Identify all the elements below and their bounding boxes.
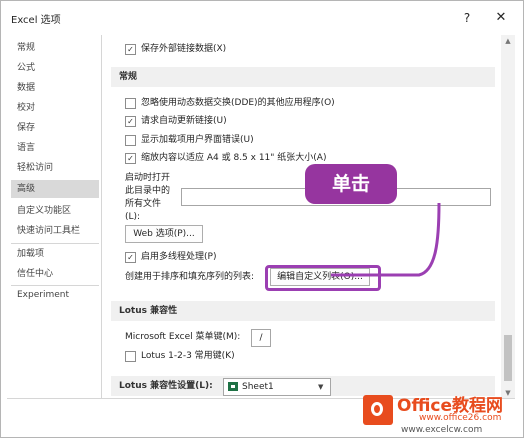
watermark-url: www.office26.com <box>419 413 502 423</box>
ignore-dde-checkbox[interactable] <box>125 98 136 109</box>
sidebar-item-formulas[interactable]: 公式 <box>11 59 99 77</box>
menu-key-label: Microsoft Excel 菜单键(M): <box>125 332 241 342</box>
sidebar-item-customize-ribbon[interactable]: 自定义功能区 <box>11 202 99 220</box>
options-sidebar: 常规 公式 数据 校对 保存 语言 轻松访问 高级 自定义功能区 快速访问工具栏… <box>7 35 102 398</box>
close-button[interactable]: ✕ <box>491 7 511 29</box>
scale-a4-label: 缩放内容以适应 A4 或 8.5 x 11" 纸张大小(A) <box>141 153 327 163</box>
startup-folder-label: 启动时打开 此目录中的 所有文件 (L): <box>125 172 185 224</box>
sidebar-item-trust-center[interactable]: 信任中心 <box>11 265 99 283</box>
chevron-down-icon: ▼ <box>318 383 324 391</box>
custom-lists-label: 创建用于排序和填充序列的列表: <box>125 272 255 282</box>
startup-folder-label-line: 启动时打开 <box>125 173 171 183</box>
general-section-header: 常规 <box>111 67 495 87</box>
sheet-icon <box>228 382 238 391</box>
startup-folder-label-line: (L): <box>125 212 141 222</box>
lotus-settings-dropdown[interactable]: Sheet1 ▼ <box>223 378 331 396</box>
web-options-button[interactable]: Web 选项(P)... <box>125 225 203 243</box>
update-links-label: 请求自动更新链接(U) <box>141 116 227 126</box>
menu-key-input[interactable]: / <box>251 329 271 347</box>
save-external-links-checkbox[interactable]: ✓ <box>125 44 136 55</box>
save-external-links-label: 保存外部链接数据(X) <box>141 44 227 54</box>
startup-folder-label-line: 所有文件 <box>125 199 162 209</box>
lotus-keys-checkbox[interactable] <box>125 351 136 362</box>
sidebar-item-advanced[interactable]: 高级 <box>11 180 99 198</box>
startup-folder-label-line: 此目录中的 <box>125 186 171 196</box>
sidebar-divider <box>11 243 99 244</box>
addin-errors-checkbox[interactable] <box>125 135 136 146</box>
scrollbar-thumb[interactable] <box>504 335 512 381</box>
lotus-settings-value: Sheet1 <box>242 382 274 392</box>
sidebar-item-save[interactable]: 保存 <box>11 119 99 137</box>
title-bar: Excel 选项 ? ✕ <box>1 1 523 35</box>
lotus-keys-label: Lotus 1-2-3 常用键(K) <box>141 351 235 361</box>
dialog-title: Excel 选项 <box>11 15 61 26</box>
multithread-label: 启用多线程处理(P) <box>141 252 217 262</box>
scale-a4-checkbox[interactable]: ✓ <box>125 153 136 164</box>
sidebar-item-quick-access-toolbar[interactable]: 快速访问工具栏 <box>11 222 99 240</box>
multithread-checkbox[interactable]: ✓ <box>125 252 136 263</box>
office-logo-icon <box>363 395 393 425</box>
help-button[interactable]: ? <box>457 7 477 29</box>
watermark-url: www.excelcw.com <box>401 425 483 435</box>
site-watermark: Office教程网 www.office26.com www.excelcw.c… <box>361 389 524 439</box>
sidebar-item-data[interactable]: 数据 <box>11 79 99 97</box>
lotus-settings-label: Lotus 兼容性设置(L): <box>119 381 213 391</box>
scroll-up-icon[interactable]: ▲ <box>501 35 515 47</box>
sidebar-item-add-ins[interactable]: 加载项 <box>11 245 99 263</box>
click-callout: 单击 <box>305 164 397 204</box>
excel-options-dialog: Excel 选项 ? ✕ 常规 公式 数据 校对 保存 语言 轻松访问 高级 自… <box>0 0 524 438</box>
addin-errors-label: 显示加载项用户界面错误(U) <box>141 135 254 145</box>
sidebar-item-language[interactable]: 语言 <box>11 139 99 157</box>
sidebar-item-experiment[interactable]: Experiment <box>11 286 99 304</box>
callout-connector <box>331 202 441 277</box>
sidebar-item-proofing[interactable]: 校对 <box>11 99 99 117</box>
lotus-compat-section-header: Lotus 兼容性 <box>111 301 495 321</box>
ignore-dde-label: 忽略使用动态数据交换(DDE)的其他应用程序(O) <box>141 98 335 108</box>
sidebar-item-accessibility[interactable]: 轻松访问 <box>11 159 99 177</box>
sidebar-item-general[interactable]: 常规 <box>11 39 99 57</box>
vertical-scrollbar[interactable]: ▲ ▼ <box>501 35 515 399</box>
update-links-checkbox[interactable]: ✓ <box>125 116 136 127</box>
